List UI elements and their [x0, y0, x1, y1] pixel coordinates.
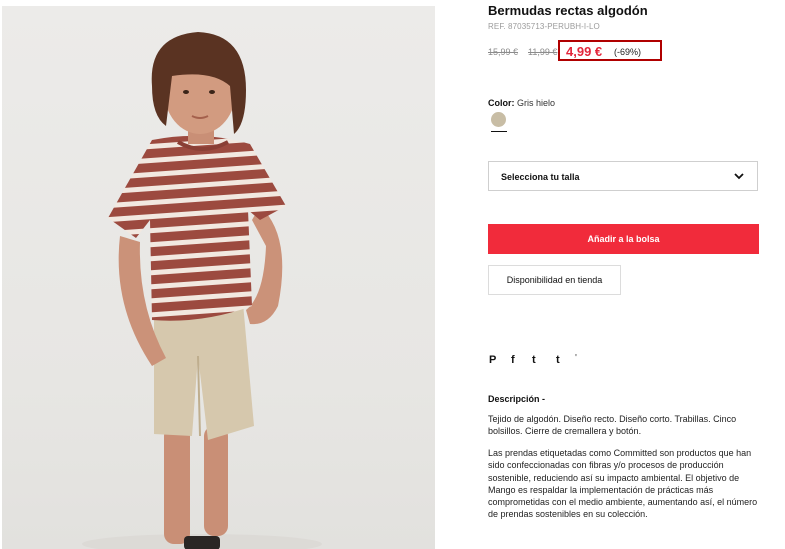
store-availability-button[interactable]: Disponibilidad en tienda: [488, 265, 621, 295]
size-selector-label: Selecciona tu talla: [501, 172, 580, 182]
pinterest-icon[interactable]: P: [489, 354, 496, 368]
twitter-icon[interactable]: t: [532, 354, 536, 368]
original-price: 15,99 €: [488, 47, 519, 57]
color-label: Color:: [488, 98, 515, 108]
model-illustration: [82, 32, 322, 549]
selected-swatch-indicator: [491, 131, 507, 132]
description-heading[interactable]: Descripción -: [488, 394, 545, 404]
color-value: Gris hielo: [517, 98, 556, 108]
previous-sale-price: 11,99 €: [528, 47, 558, 57]
description-paragraph: Tejido de algodón. Diseño recto. Diseño …: [488, 414, 737, 437]
product-image[interactable]: [2, 6, 435, 549]
facebook-icon[interactable]: f: [511, 354, 515, 368]
discount-badge: (-69%): [614, 47, 642, 57]
sustainability-paragraph: Las prendas etiquetadas como Committed s…: [488, 448, 758, 520]
more-icon[interactable]: ': [575, 353, 577, 367]
size-selector[interactable]: Selecciona tu talla: [488, 161, 758, 191]
add-to-bag-button[interactable]: Añadir a la bolsa: [488, 224, 759, 254]
color-swatch[interactable]: [491, 112, 506, 127]
current-price: 4,99 €: [566, 44, 603, 59]
chevron-down-icon: [734, 173, 744, 180]
product-title: Bermudas rectas algodón: [488, 3, 648, 18]
tumblr-icon[interactable]: t: [556, 354, 560, 368]
color-info: Color: Gris hielo: [488, 98, 555, 108]
product-reference: REF. 87035713-PERUBH-I-LO: [488, 22, 600, 31]
